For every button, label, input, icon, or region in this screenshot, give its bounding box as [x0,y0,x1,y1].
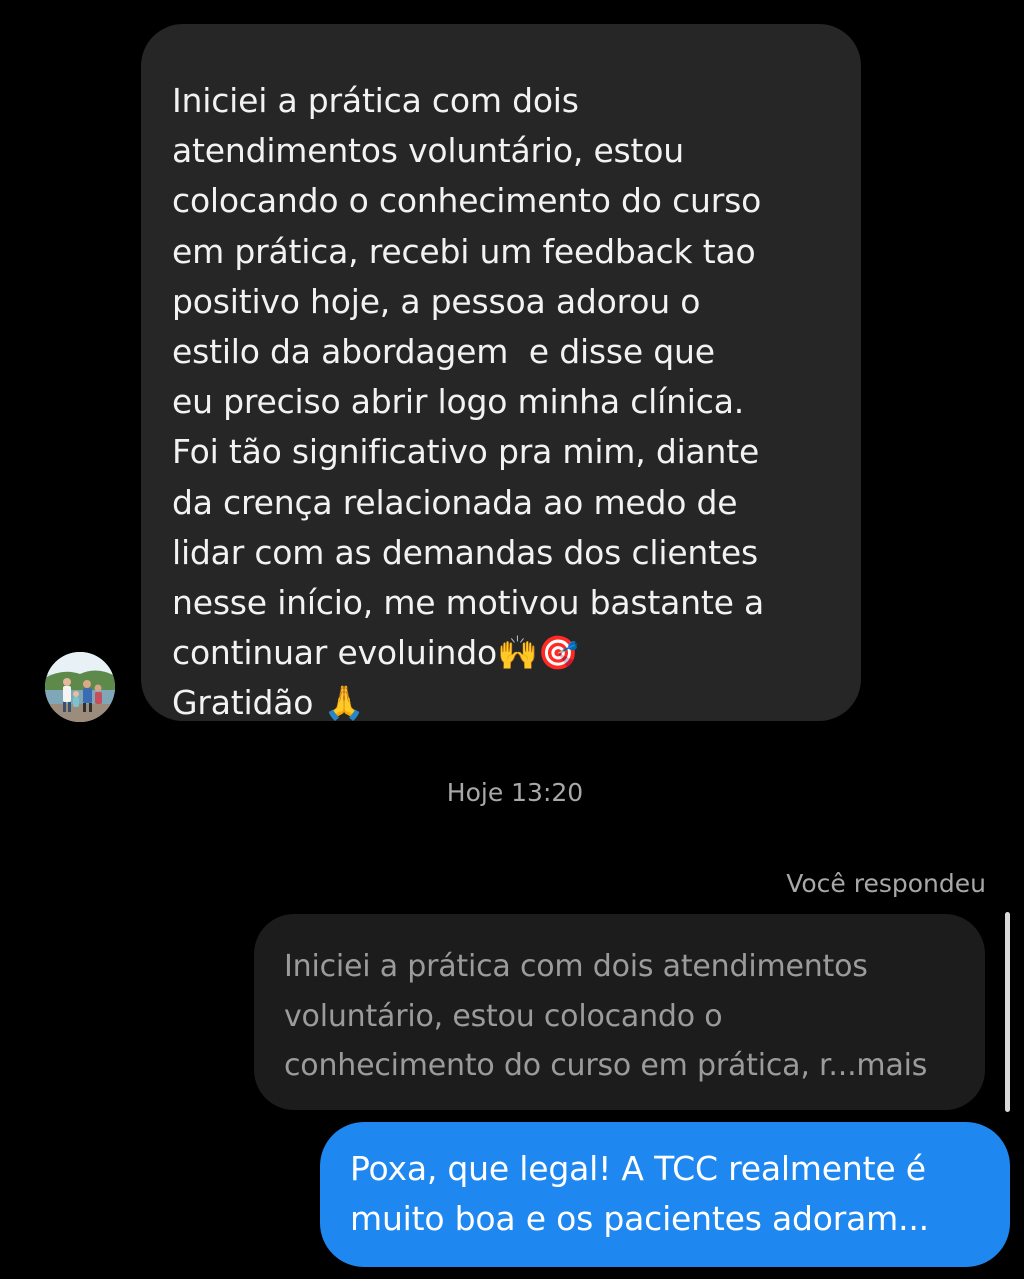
outgoing-message-bubble[interactable]: Poxa, que legal! A TCC realmente é muito… [320,1122,1010,1267]
incoming-message-bubble[interactable]: Iniciei a prática com dois atendimentos … [141,24,861,722]
quoted-line: voluntário, estou colocando o [284,998,723,1034]
quoted-reply-bubble[interactable]: Iniciei a prática com dois atendimentos … [254,914,985,1110]
message-line: continuar evoluindo🙌🎯 [172,633,579,673]
message-line: eu preciso abrir logo minha clínica. [172,382,745,422]
message-line: Poxa, que legal! A TCC realmente é [350,1149,926,1188]
message-line: muito boa e os pacientes adoram... [350,1199,929,1239]
message-line: em prática, recebi um feedback tao [172,231,756,271]
message-line: Iniciei a prática com dois [172,81,579,120]
avatar-photo [45,652,115,722]
quoted-line: Iniciei a prática com dois atendimentos [284,949,868,984]
reply-indicator-label: Você respondeu [786,869,986,898]
sender-avatar[interactable] [45,652,115,722]
message-line: nesse início, me motivou bastante a [172,583,765,623]
message-timestamp: Hoje 13:20 [446,778,584,807]
message-line: Foi tão significativo pra mim, diante [172,432,760,472]
message-line: colocando o conhecimento do curso [172,181,762,221]
message-line: estilo da abordagem e disse que [172,332,715,372]
message-line: da crença relacionada ao medo de [172,482,738,522]
scrollbar-thumb[interactable] [1005,912,1010,1112]
quoted-line: conhecimento do curso em prática, r...ma… [284,1048,928,1083]
message-line: lidar com as demandas dos clientes [172,532,758,572]
message-line: Gratidão 🙏 [172,683,365,723]
message-line: positivo hoje, a pessoa adorou o [172,281,701,321]
message-line: atendimentos voluntário, estou [172,131,684,171]
